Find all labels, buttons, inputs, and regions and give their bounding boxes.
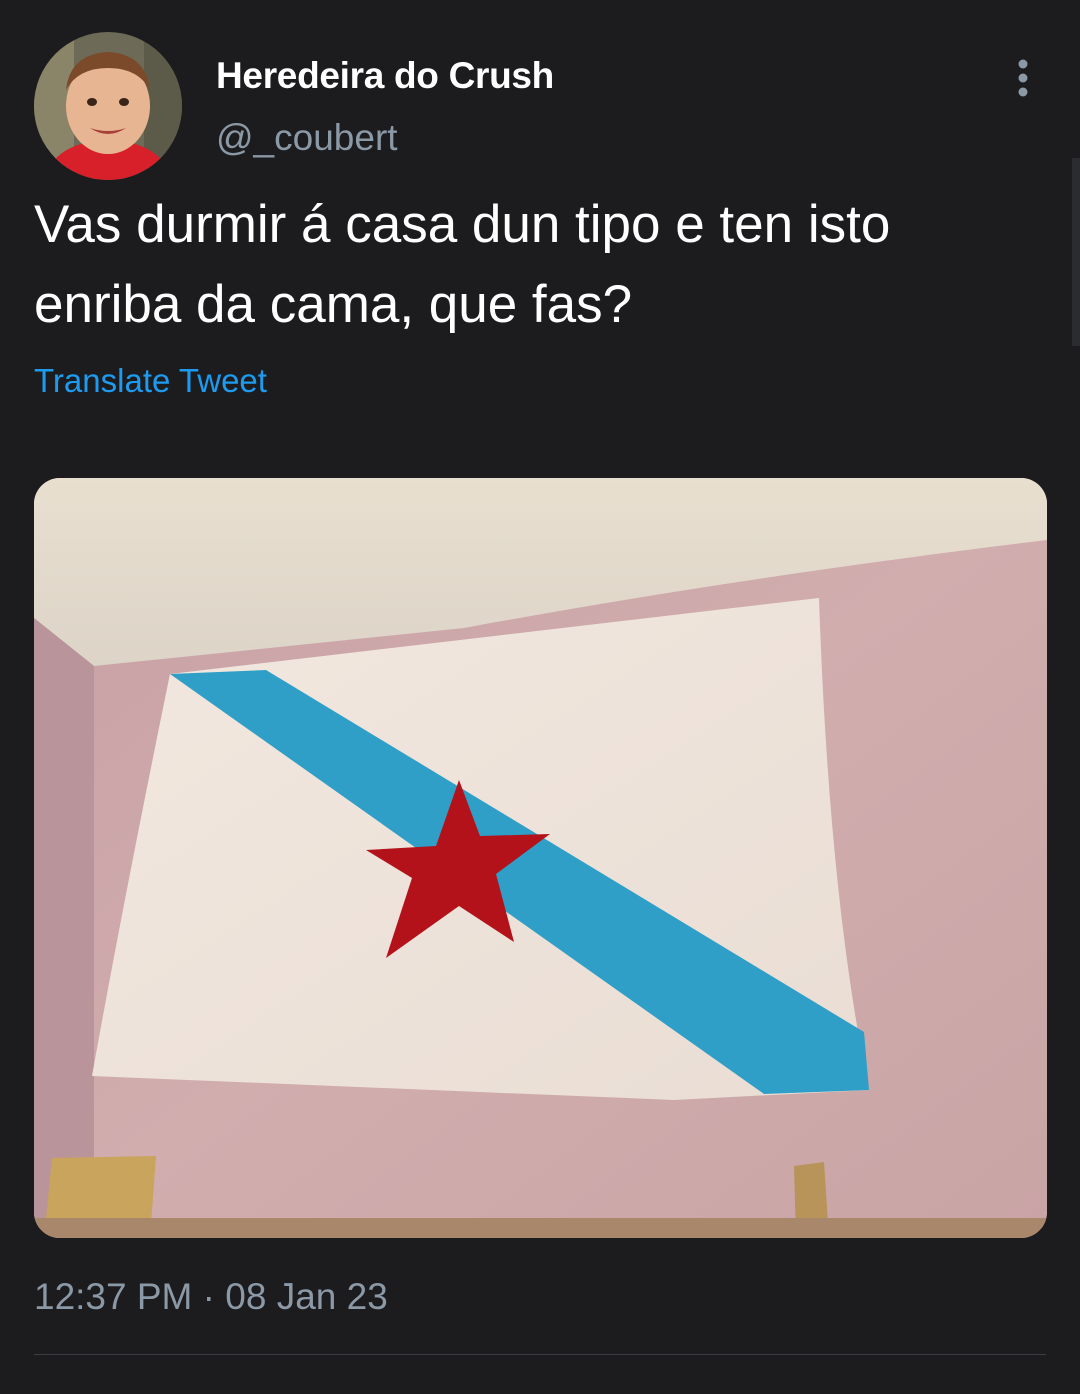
tweet-timestamp[interactable]: 12:37 PM · 08 Jan 23 bbox=[34, 1276, 388, 1318]
translate-tweet-link[interactable]: Translate Tweet bbox=[34, 362, 267, 400]
avatar[interactable] bbox=[34, 32, 182, 180]
display-name[interactable]: Heredeira do Crush bbox=[216, 54, 554, 98]
tweet-text: Vas durmir á casa dun tipo e ten isto en… bbox=[34, 195, 891, 334]
divider bbox=[34, 1354, 1046, 1355]
timestamp-separator: · bbox=[202, 1276, 215, 1317]
user-handle[interactable]: @_coubert bbox=[216, 116, 554, 160]
tweet-time: 12:37 PM bbox=[34, 1276, 193, 1317]
more-vertical-icon[interactable] bbox=[1008, 56, 1038, 100]
tweet-date: 08 Jan 23 bbox=[225, 1276, 388, 1317]
tweet-header: Heredeira do Crush @_coubert bbox=[34, 32, 1046, 182]
scrollbar[interactable] bbox=[1072, 158, 1080, 346]
tweet-image[interactable] bbox=[34, 478, 1047, 1238]
user-names: Heredeira do Crush @_coubert bbox=[216, 54, 554, 160]
